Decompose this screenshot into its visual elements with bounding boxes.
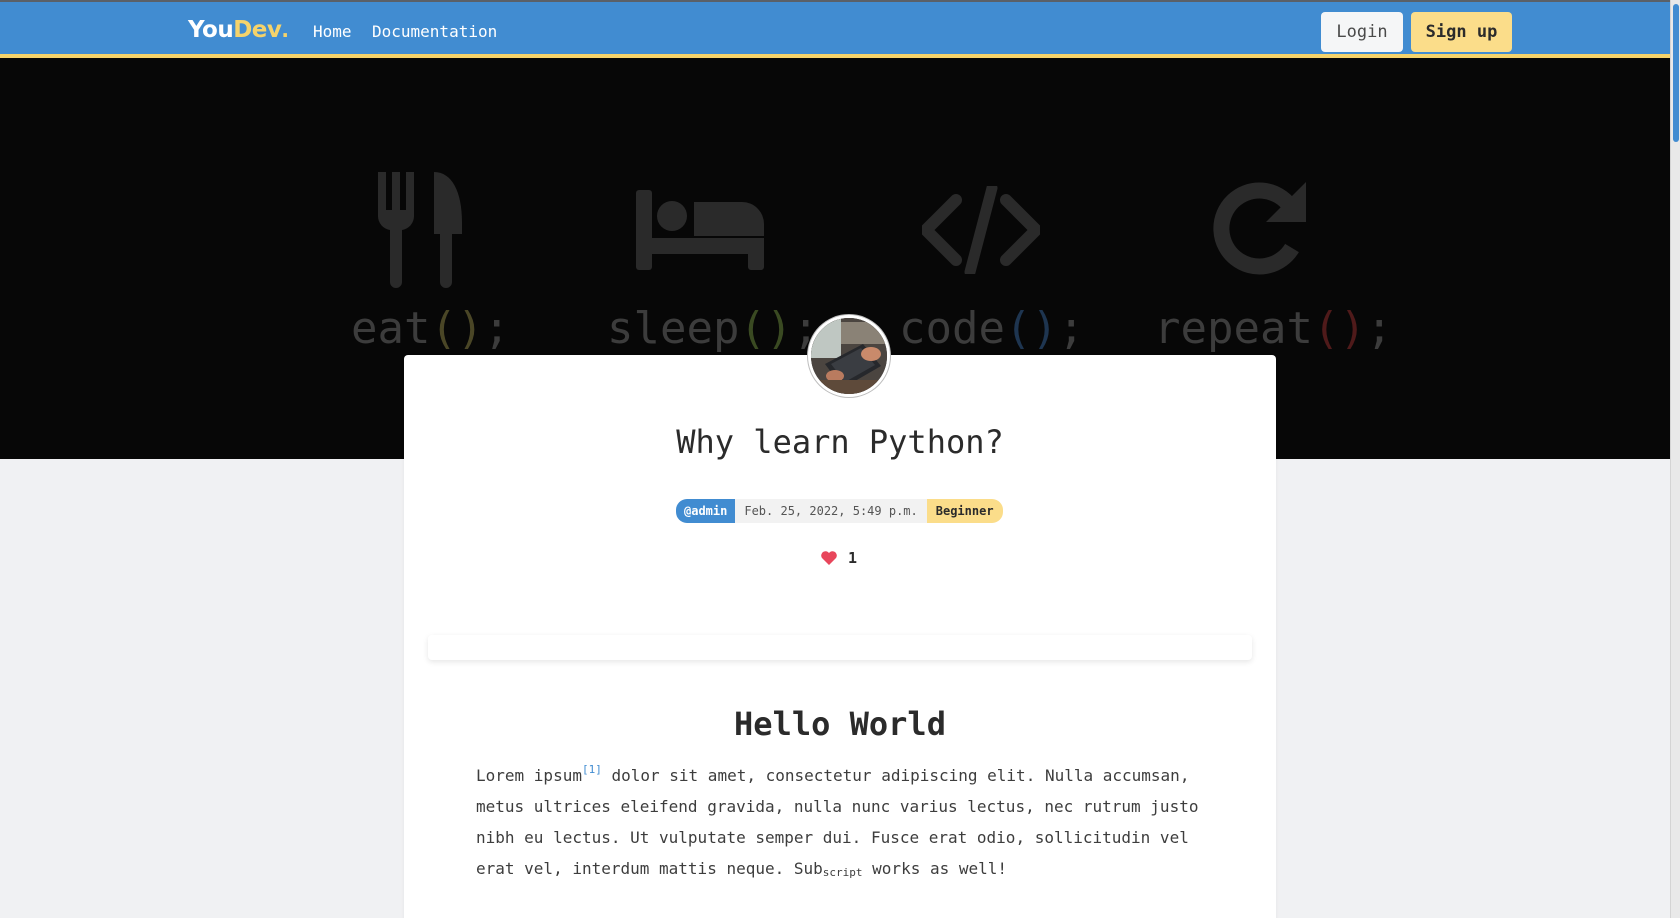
author-tag[interactable]: @admin [676, 499, 736, 523]
likes-count: 1 [848, 549, 858, 567]
nav-link-home[interactable]: Home [313, 22, 352, 41]
post-title: Why learn Python? [676, 423, 1004, 461]
post-thumbnail [808, 315, 890, 397]
heart-icon[interactable] [820, 550, 838, 566]
footnote-link[interactable]: [1] [582, 763, 602, 776]
login-button[interactable]: Login [1321, 12, 1403, 52]
table-of-contents-box [428, 635, 1252, 660]
post-meta: @admin Feb. 25, 2022, 5:49 p.m. Beginner [676, 499, 1003, 523]
redo-icon [1213, 182, 1306, 275]
brand-dot: . [281, 18, 289, 42]
bed-icon [636, 190, 764, 270]
hero-word-repeat: repeat(); [1154, 303, 1393, 354]
level-tag: Beginner [926, 499, 1003, 523]
scrollbar[interactable] [1670, 0, 1680, 918]
hero-word-code: code(); [899, 303, 1085, 354]
navbar: YouDev. Home Documentation Login Sign up [0, 0, 1670, 58]
nav-link-documentation[interactable]: Documentation [372, 22, 497, 41]
hero-word-sleep: sleep(); [607, 303, 819, 354]
date-tag: Feb. 25, 2022, 5:49 p.m. [735, 499, 927, 523]
fork-knife-icon [377, 172, 462, 288]
laptop-photo-icon [811, 318, 887, 394]
section-heading: Hello World [734, 705, 946, 743]
signup-button[interactable]: Sign up [1411, 12, 1512, 52]
scrollbar-thumb[interactable] [1673, 4, 1679, 142]
brand-you: You [188, 17, 234, 43]
code-icon [922, 186, 1040, 274]
hero-word-eat: eat(); [351, 303, 510, 354]
brand-dev: Dev [233, 17, 282, 43]
likes: 1 [820, 549, 857, 567]
brand-logo[interactable]: YouDev. [188, 17, 289, 43]
post-body: Lorem ipsum[1] dolor sit amet, consectet… [476, 763, 1199, 879]
